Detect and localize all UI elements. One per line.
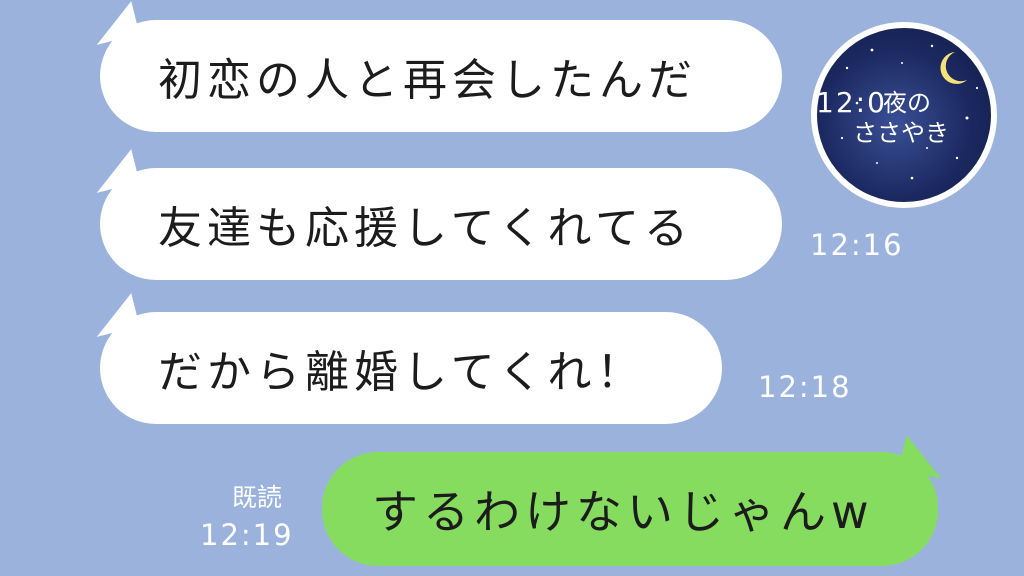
message-bubble-1[interactable]: 初恋の人と再会したんだ bbox=[88, 1, 782, 132]
bubble-tail bbox=[88, 293, 140, 337]
bubble-tail bbox=[898, 435, 950, 479]
message-bubble-3[interactable]: だから離婚してくれ！ bbox=[88, 293, 722, 424]
avatar-title-line1: 夜の bbox=[883, 89, 931, 117]
reply-bubble[interactable]: するわけないじゃんw bbox=[322, 435, 950, 566]
message-text-2: 友達も応援してくれてる bbox=[158, 203, 694, 254]
avatar-title-line2: ささやき bbox=[853, 119, 949, 147]
message-text-1: 初恋の人と再会したんだ bbox=[158, 55, 697, 106]
bubble-tail bbox=[88, 149, 140, 193]
message-time-2: 12:16 bbox=[810, 228, 904, 262]
chat-screen: { "messages": [ {"text": "初恋の人と再会したんだ", … bbox=[0, 0, 1024, 576]
message-time-3: 12:18 bbox=[758, 370, 852, 404]
reply-time: 12:19 bbox=[200, 518, 294, 552]
reply-text: するわけないじゃんw bbox=[372, 485, 874, 539]
message-text-3: だから離婚してくれ！ bbox=[158, 347, 646, 398]
message-bubble-2[interactable]: 友達も応援してくれてる bbox=[88, 149, 782, 280]
read-receipt: 既読 bbox=[232, 483, 283, 512]
message-time-1: 12:0 bbox=[816, 86, 887, 119]
bubble-tail bbox=[88, 1, 140, 45]
